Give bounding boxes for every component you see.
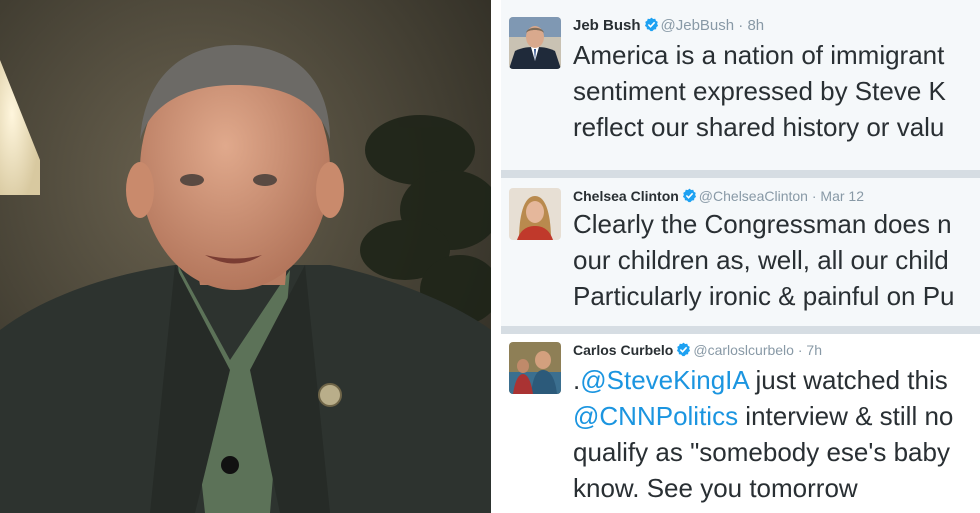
tweet-line: qualify as "somebody ese's baby (573, 437, 950, 467)
avatar[interactable] (509, 17, 561, 69)
mention-link[interactable]: @CNNPolitics (573, 401, 738, 431)
tweet-time[interactable]: 7h (806, 342, 822, 358)
verified-badge-icon (682, 188, 696, 203)
author-handle[interactable]: @carloslcurbelo (693, 342, 794, 358)
tweet-body: .@SteveKingIA just watched this @CNNPoli… (573, 362, 953, 506)
tweet-line: reflect our shared history or valu (573, 112, 945, 142)
tweet-chelsea-clinton[interactable]: Chelsea Clinton @ChelseaClinton · Mar 12 … (501, 178, 980, 326)
tweet-time[interactable]: 8h (747, 17, 764, 34)
tweet-line: sentiment expressed by Steve K (573, 76, 946, 106)
avatar-image (509, 188, 561, 240)
interview-photo-illustration (0, 0, 491, 513)
tweet-carlos-curbelo[interactable]: Carlos Curbelo @carloslcurbelo · 7h .@Ste… (501, 334, 980, 513)
tweet-header: Carlos Curbelo @carloslcurbelo · 7h (573, 342, 822, 358)
tweet-time[interactable]: Mar 12 (820, 188, 864, 204)
tweet-line: America is a nation of immigrant (573, 40, 945, 70)
tweet-text: interview & still no (738, 401, 954, 431)
author-handle[interactable]: @ChelseaClinton (699, 188, 808, 204)
panel-divider (491, 0, 501, 513)
avatar-image (509, 17, 561, 69)
meta-separator: · (807, 188, 821, 204)
tweet-line: @CNNPolitics interview & still no (573, 398, 953, 434)
meta-separator: · (734, 17, 748, 34)
author-name[interactable]: Jeb Bush (573, 17, 641, 34)
tweet-text: just watched this (748, 365, 948, 395)
avatar[interactable] (509, 188, 561, 240)
tweet-line: know. See you tomorrow (573, 473, 858, 503)
tweet-body: Clearly the Congressman does n our child… (573, 206, 955, 314)
interview-photo (0, 0, 491, 513)
tweet-separator (501, 326, 980, 334)
meta-separator: · (793, 342, 807, 358)
tweet-line: Clearly the Congressman does n (573, 209, 952, 239)
mention-link[interactable]: @SteveKingIA (580, 365, 748, 395)
tweet-line: our children as, well, all our child (573, 245, 949, 275)
verified-badge-icon (677, 342, 691, 357)
tweet-header: Chelsea Clinton @ChelseaClinton · Mar 12 (573, 188, 864, 204)
avatar[interactable] (509, 342, 561, 394)
author-name[interactable]: Carlos Curbelo (573, 342, 673, 358)
tweet-jeb-bush[interactable]: Jeb Bush @JebBush · 8h America is a natio… (501, 0, 980, 170)
tweet-separator (501, 170, 980, 178)
author-handle[interactable]: @JebBush (661, 17, 735, 34)
tweet-line: .@SteveKingIA just watched this (573, 362, 953, 398)
tweet-body: America is a nation of immigrant sentime… (573, 37, 946, 145)
tweets-panel: Jeb Bush @JebBush · 8h America is a natio… (501, 0, 980, 513)
tweet-header: Jeb Bush @JebBush · 8h (573, 17, 764, 34)
verified-badge-icon (644, 17, 658, 32)
avatar-image (509, 342, 561, 394)
tweet-line: Particularly ironic & painful on Pu (573, 281, 955, 311)
author-name[interactable]: Chelsea Clinton (573, 188, 679, 204)
